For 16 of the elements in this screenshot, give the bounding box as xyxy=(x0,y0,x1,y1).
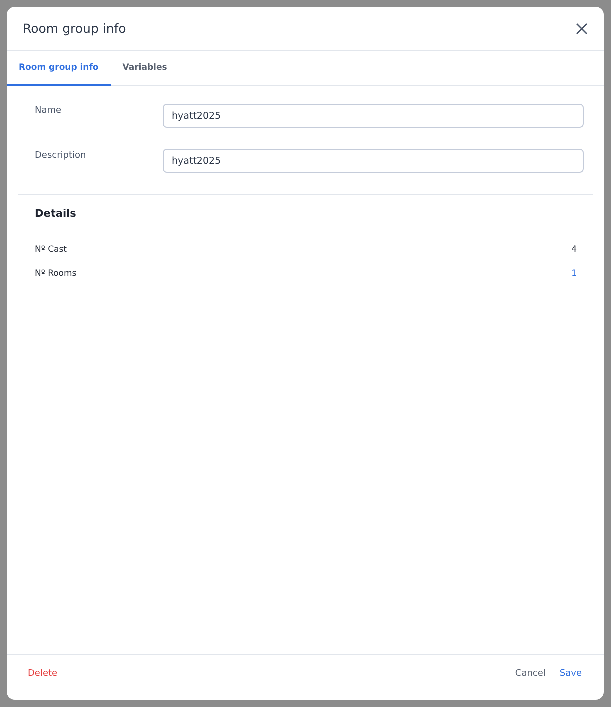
field-label: Description xyxy=(35,150,88,161)
tab[interactable]: Variables xyxy=(110,51,180,86)
detail-link[interactable]: 1 xyxy=(572,269,577,279)
input-field[interactable]: hyatt2025 xyxy=(163,104,584,128)
detail-label: Nº Rooms xyxy=(35,269,77,279)
field-label: Name xyxy=(35,105,63,116)
dialog-title: Room group info xyxy=(23,21,128,36)
cancel-button[interactable]: Cancel xyxy=(508,666,553,680)
close-icon[interactable] xyxy=(576,22,588,34)
detail-value: 4 xyxy=(572,245,577,255)
detail-label: Nº Cast xyxy=(35,245,67,255)
save-button[interactable]: Save xyxy=(552,666,589,680)
tab[interactable]: Room group info xyxy=(7,51,111,86)
input-field[interactable]: hyatt2025 xyxy=(163,149,584,173)
section-title: Details xyxy=(34,207,78,222)
delete-button[interactable]: Delete xyxy=(21,666,65,680)
